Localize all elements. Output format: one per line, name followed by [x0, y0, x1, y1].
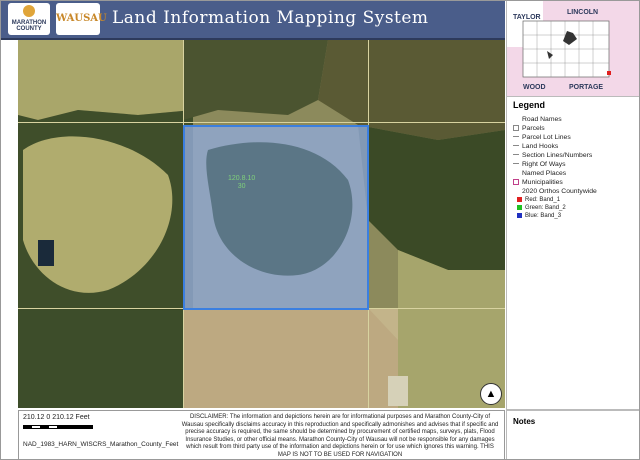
legend-item-parcels: Parcels	[513, 125, 545, 132]
logo-sun-icon	[23, 5, 35, 17]
legend-item-orthos: 2020 Orthos Countywide	[522, 188, 597, 195]
legend-band-green: Green: Band_2	[517, 205, 566, 211]
notes-panel: Notes	[506, 410, 640, 460]
overview-label-portage: PORTAGE	[569, 84, 604, 91]
marathon-county-logo[interactable]: MARATHON COUNTY	[8, 3, 50, 35]
legend-band-red: Red: Band_1	[517, 197, 560, 203]
overview-label-lincoln: LINCOLN	[567, 9, 599, 16]
bottom-info-panel: 210.12 0 210.12 Feet NAD_1983_HARN_WISCR…	[18, 410, 505, 460]
overview-label-taylor: TAYLOR	[513, 14, 541, 21]
legend-title: Legend	[513, 100, 546, 110]
legend-item-right-of-ways: Right Of Ways	[513, 161, 566, 168]
aerial-imagery	[18, 40, 505, 408]
legend-item-parcel-lot-lines: Parcel Lot Lines	[513, 134, 571, 141]
scale-bar	[23, 425, 93, 429]
parcel-label-line1: 120.8.10	[228, 175, 256, 182]
legend-panel: Legend Road Names Parcels Parcel Lot Lin…	[506, 96, 640, 410]
legend-band-blue: Blue: Band_3	[517, 213, 561, 219]
notes-title: Notes	[513, 417, 536, 426]
map-view[interactable]	[18, 40, 505, 408]
parcel-label: 120.8.10 30	[228, 175, 255, 191]
scale-text: 210.12 0 210.12 Feet	[23, 414, 90, 421]
header-bar: MARATHON COUNTY WAUSAU Land Information …	[0, 0, 505, 40]
projection-text: NAD_1983_HARN_WISCRS_Marathon_County_Fee…	[23, 441, 179, 448]
logo1-text: MARATHON COUNTY	[11, 20, 47, 32]
page-title: Land Information Mapping System	[112, 8, 429, 28]
legend-item-municipalities: Municipalities	[513, 179, 563, 186]
parcel-label-line2: 30	[237, 183, 246, 190]
overview-label-wood: WOOD	[523, 84, 546, 91]
disclaimer-text: DISCLAIMER: The information and depictio…	[181, 414, 499, 458]
legend-item-road-names: Road Names	[522, 116, 562, 123]
north-arrow-icon: ▲	[480, 383, 502, 405]
legend-item-land-hooks: Land Hooks	[513, 143, 558, 150]
legend-item-named-places: Named Places	[522, 170, 567, 177]
wausau-logo[interactable]: WAUSAU	[56, 3, 107, 35]
overview-map[interactable]: TAYLOR LINCOLN WOOD PORTAGE	[506, 0, 640, 97]
legend-item-section-lines: Section Lines/Numbers	[513, 152, 592, 159]
